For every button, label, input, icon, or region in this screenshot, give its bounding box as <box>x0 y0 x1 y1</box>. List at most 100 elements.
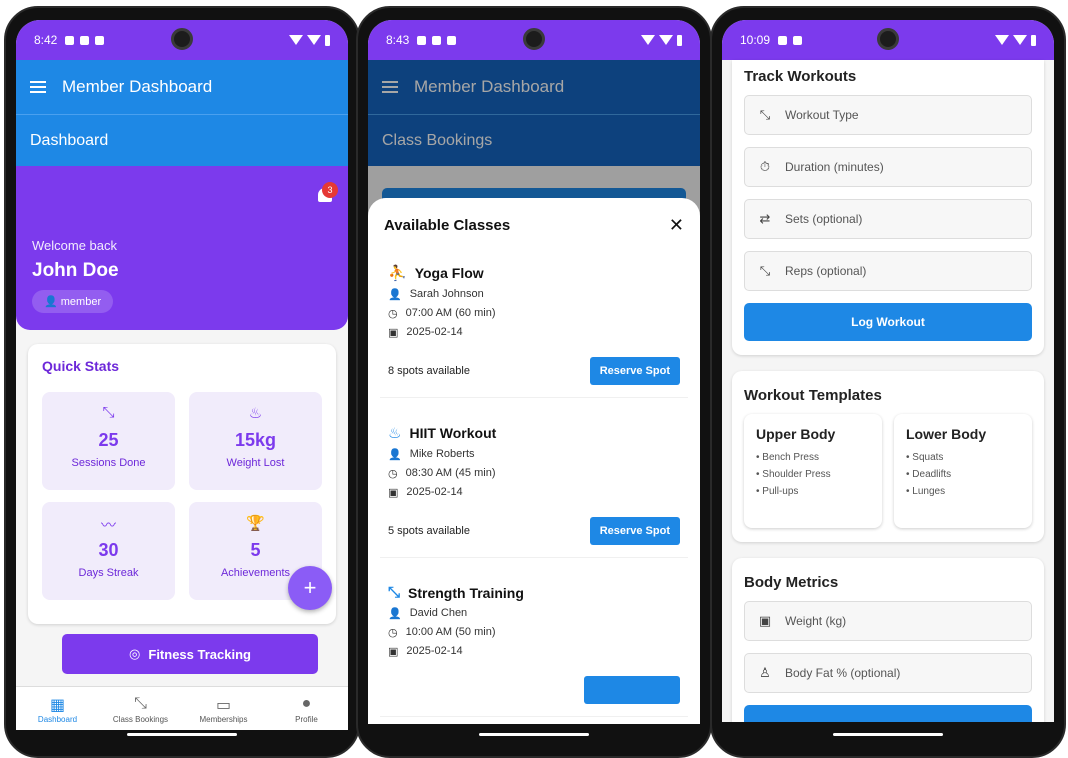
class-date: 2025-02-14 <box>406 645 463 657</box>
fitness-button-label: Fitness Tracking <box>148 646 251 662</box>
template-upper-body[interactable]: Upper Body • Bench Press • Shoulder Pres… <box>744 414 882 528</box>
instructor: David Chen <box>409 607 468 619</box>
fitness-tracking-button[interactable]: ◎ Fitness Tracking <box>62 634 318 674</box>
menu-icon[interactable] <box>30 78 46 96</box>
notification-badge: 3 <box>322 182 338 198</box>
dashboard-icon: ▦ <box>49 697 66 714</box>
stat-label: Weight Lost <box>226 457 285 469</box>
class-time: 08:30 AM (45 min) <box>405 467 496 479</box>
class-time: 10:00 AM (50 min) <box>405 626 496 638</box>
screen: 8:43 Member Dashboard Class Bookings Ava… <box>368 20 700 746</box>
duration-field[interactable]: ⏱ Duration (minutes) <box>744 147 1032 187</box>
sheet-title: Available Classes <box>384 216 511 234</box>
sim-icon <box>793 35 803 45</box>
class-date: 2025-02-14 <box>406 326 463 338</box>
notification-icon <box>778 35 788 45</box>
person-icon: 👤 <box>44 296 58 308</box>
exercise-item: • Pull-ups <box>756 486 799 497</box>
user-name: John Doe <box>32 260 119 281</box>
workout-templates-card: Workout Templates Upper Body • Bench Pre… <box>732 371 1044 542</box>
repeat-icon: ⇄ <box>759 211 771 226</box>
instructor: Mike Roberts <box>409 448 475 460</box>
dumbbell-icon: ⤡ <box>759 263 771 278</box>
person-icon: 👤 <box>388 608 402 620</box>
app-icon <box>432 35 442 45</box>
stat-weight: ♨ 15kg Weight Lost <box>189 392 322 490</box>
flame-icon: ♨ <box>388 425 402 442</box>
person-icon: 👤 <box>388 289 402 301</box>
signal-icon <box>659 35 673 45</box>
reserve-spot-button[interactable]: Reserve Spot <box>589 357 680 385</box>
body-fat-field[interactable]: ♙ Body Fat % (optional) <box>744 653 1032 693</box>
welcome-banner: 3 Welcome back John Doe 👤 member <box>16 166 348 330</box>
class-name: HIIT Workout <box>409 425 497 441</box>
status-bar: 10:09 <box>722 20 1054 60</box>
weight-field[interactable]: ▣ Weight (kg) <box>744 601 1032 641</box>
trophy-icon: 🏆 <box>246 515 265 532</box>
card-icon: ▭ <box>215 697 232 714</box>
status-time: 8:43 <box>386 33 410 47</box>
battery-icon <box>325 34 330 46</box>
nav-label: Memberships <box>199 715 248 724</box>
field-placeholder: Duration (minutes) <box>785 160 884 174</box>
body-metrics-title: Body Metrics <box>744 574 839 591</box>
nav-label: Profile <box>295 715 318 724</box>
exercise-item: • Squats <box>906 452 944 463</box>
workout-type-field[interactable]: ⤡ Workout Type <box>744 95 1032 135</box>
log-workout-button[interactable]: Log Workout <box>744 303 1032 341</box>
track-workouts-card: Track Workouts ⤡ Workout Type ⏱ Duration (… <box>732 60 1044 355</box>
template-name: Upper Body <box>756 426 836 442</box>
stat-value: 15kg <box>234 430 277 450</box>
reserve-spot-button[interactable]: Reserve Spot <box>589 517 680 545</box>
signal-icon <box>1013 35 1027 45</box>
stat-label: Sessions Done <box>71 457 146 469</box>
role-chip: 👤 member <box>32 290 114 313</box>
app-title: Member Dashboard <box>62 77 213 96</box>
stat-value: 25 <box>98 430 119 450</box>
nav-label: Class Bookings <box>112 715 169 724</box>
exercise-item: • Deadlifts <box>906 469 952 480</box>
yoga-icon: ⛹ <box>388 265 407 282</box>
class-card: ⛹ Yoga Flow 👤 Sarah Johnson ◷ 07:00 AM (60 … <box>380 252 688 398</box>
phone-fitness-tracking: 10:09 Track Workouts ⤡ Workout Type ⏱ Dura… <box>710 6 1066 758</box>
stat-sessions: ⤡ 25 Sessions Done <box>42 392 175 490</box>
home-indicator[interactable] <box>833 733 943 736</box>
reserve-spot-button[interactable] <box>584 676 680 704</box>
camera-cutout <box>523 28 545 50</box>
home-indicator[interactable] <box>127 733 237 736</box>
class-card: ♨ HIIT Workout 👤 Mike Roberts ◷ 08:30 AM (4… <box>380 412 688 558</box>
template-lower-body[interactable]: Lower Body • Squats • Deadlifts • Lunges <box>894 414 1032 528</box>
screen: 10:09 Track Workouts ⤡ Workout Type ⏱ Dura… <box>722 20 1054 746</box>
welcome-text: Welcome back <box>32 238 118 253</box>
stat-value: 5 <box>250 540 261 560</box>
status-bar: 8:43 <box>368 20 700 60</box>
timer-icon: ⏱ <box>759 159 771 174</box>
sim-icon <box>447 35 457 45</box>
home-indicator[interactable] <box>479 733 589 736</box>
person-icon: 👤 <box>388 449 402 461</box>
status-bar: 8:42 <box>16 20 348 60</box>
camera-cutout <box>171 28 193 50</box>
wifi-icon <box>641 35 655 45</box>
calendar-icon: ▣ <box>388 487 399 499</box>
field-placeholder: Sets (optional) <box>785 212 863 226</box>
dumbbell-icon: ⤡ <box>759 107 771 122</box>
camera-cutout <box>877 28 899 50</box>
screen: 8:42 Member Dashboard Dashboard 3 Welcom… <box>16 20 348 746</box>
workout-templates-title: Workout Templates <box>744 387 882 404</box>
field-placeholder: Body Fat % (optional) <box>785 666 901 680</box>
reps-field[interactable]: ⤡ Reps (optional) <box>744 251 1032 291</box>
sets-field[interactable]: ⇄ Sets (optional) <box>744 199 1032 239</box>
dumbbell-icon: ⤡ <box>388 584 401 601</box>
body-metrics-card: Body Metrics ▣ Weight (kg) ♙ Body Fat % (o… <box>732 558 1044 746</box>
battery-icon <box>1031 34 1036 46</box>
profile-icon: ● <box>301 695 312 712</box>
app-bar: Member Dashboard <box>16 60 348 114</box>
signal-icon <box>307 35 321 45</box>
add-fab-button[interactable]: + <box>288 566 332 610</box>
fitness-icon: ◎ <box>129 646 141 661</box>
class-name: Strength Training <box>408 584 524 601</box>
scale-icon: ▣ <box>758 613 772 628</box>
available-classes-sheet: Available Classes ✕ ⛹ Yoga Flow 👤 Sarah Joh… <box>368 198 700 726</box>
close-icon[interactable]: ✕ <box>669 215 684 236</box>
